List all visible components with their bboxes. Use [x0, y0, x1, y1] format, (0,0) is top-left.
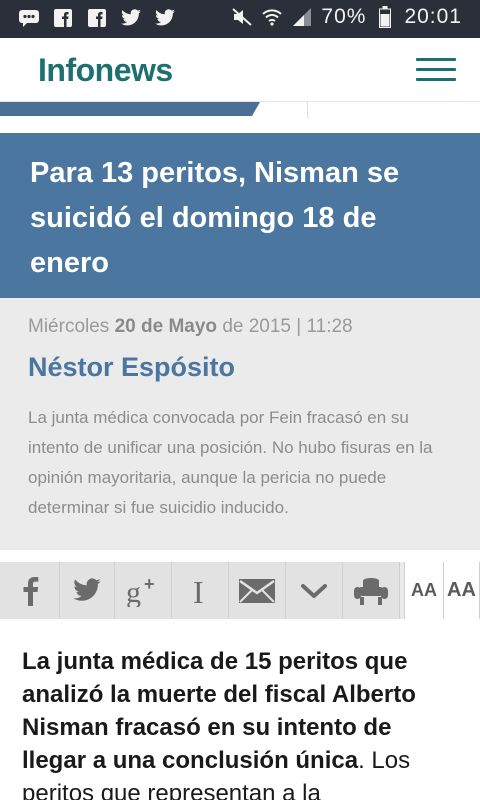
- article-header: Para 13 peritos, Nisman se suicidó el do…: [0, 133, 480, 298]
- share-twitter-button[interactable]: [60, 562, 115, 619]
- more-chevron-icon: [300, 582, 328, 600]
- google-plus-icon: g +: [126, 575, 160, 607]
- svg-text:I: I: [193, 576, 204, 606]
- facebook-icon: [86, 7, 108, 29]
- email-icon: [238, 578, 276, 604]
- share-instapaper-button[interactable]: I: [172, 562, 229, 619]
- instapaper-icon: I: [192, 576, 208, 606]
- article-lead-bold: La junta médica de 15 peritos que analiz…: [22, 648, 416, 774]
- twitter-icon: [154, 7, 176, 29]
- battery-percent: 70%: [321, 5, 367, 28]
- font-decrease-label: AA: [411, 580, 437, 600]
- article-meta: Miércoles 20 de Mayo de 2015 | 11:28 Nés…: [0, 298, 480, 550]
- hamburger-menu-button[interactable]: [416, 58, 458, 82]
- author-name[interactable]: Néstor Espósito: [28, 352, 452, 383]
- signal-icon: [291, 6, 313, 28]
- clock: 20:01: [404, 5, 462, 28]
- share-more-button[interactable]: [286, 562, 343, 619]
- site-logo[interactable]: Infonews: [38, 52, 173, 89]
- facebook-icon: [52, 7, 74, 29]
- font-decrease-button[interactable]: AA: [404, 562, 444, 619]
- twitter-icon: [120, 7, 142, 29]
- article-body: La junta médica de 15 peritos que analiz…: [22, 645, 462, 800]
- nav-divider: [307, 102, 308, 118]
- publish-date: Miércoles 20 de Mayo de 2015 | 11:28: [28, 316, 452, 338]
- font-increase-button[interactable]: AA: [444, 562, 480, 619]
- svg-text:+: +: [144, 575, 155, 594]
- share-google-plus-button[interactable]: g +: [115, 562, 172, 619]
- mute-icon: [231, 6, 253, 28]
- font-increase-label: AA: [447, 579, 476, 601]
- chat-icon: [18, 7, 40, 29]
- svg-text:g: g: [126, 576, 141, 607]
- section-indicator: [0, 102, 260, 116]
- facebook-icon: [21, 576, 39, 606]
- article-title: Para 13 peritos, Nisman se suicidó el do…: [30, 157, 400, 279]
- hamburger-icon: [416, 58, 456, 61]
- app-header: Infonews: [0, 38, 480, 102]
- read-mode-button[interactable]: [343, 562, 400, 619]
- article-summary: La junta médica convocada por Fein fraca…: [28, 408, 433, 517]
- share-toolbar: g + I AA AA: [0, 562, 480, 619]
- status-bar: 70% 20:01: [0, 0, 480, 38]
- battery-icon: [374, 6, 396, 28]
- date-weekday: Miércoles: [28, 316, 110, 337]
- share-email-button[interactable]: [229, 562, 286, 619]
- share-facebook-button[interactable]: [0, 562, 60, 619]
- twitter-icon: [72, 578, 102, 603]
- date-day-month: 20 de Mayo: [114, 316, 218, 337]
- wifi-icon: [261, 6, 283, 28]
- date-year-time: de 2015 | 11:28: [222, 316, 353, 337]
- read-mode-icon: [353, 575, 389, 607]
- section-nav-strip: [0, 102, 480, 122]
